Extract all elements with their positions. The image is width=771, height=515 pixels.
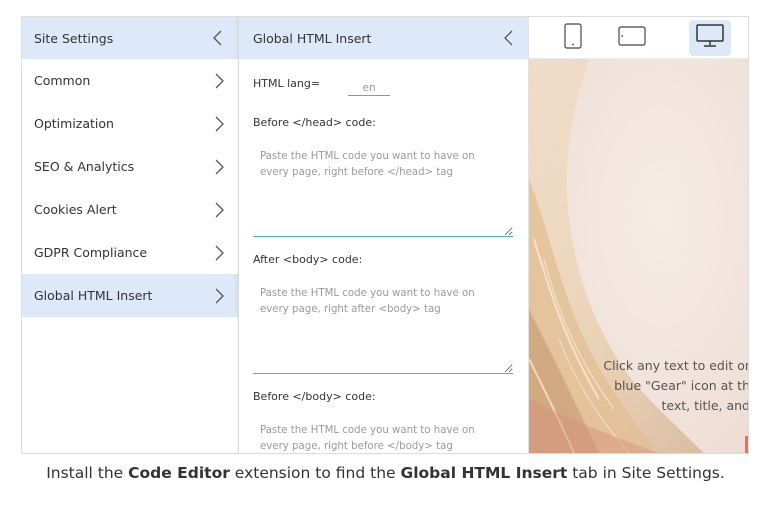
tablet-landscape-icon	[618, 26, 646, 50]
sidebar-item-label: Global HTML Insert	[34, 288, 153, 303]
sidebar-item-cookies-alert[interactable]: Cookies Alert	[22, 188, 238, 231]
html-lang-input[interactable]	[348, 76, 391, 96]
before-body-close-code-input[interactable]	[253, 413, 513, 453]
panel-header: Global HTML Insert	[239, 17, 528, 59]
chevron-right-icon	[212, 287, 226, 305]
chevron-right-icon	[212, 158, 226, 176]
page-preview[interactable]: Click any text to edit or blue "Gear" ic…	[529, 59, 749, 453]
preview-text[interactable]: Click any text to edit or blue "Gear" ic…	[603, 356, 749, 416]
preview-text-line: text, title, and	[661, 398, 749, 413]
chevron-left-icon[interactable]	[502, 29, 516, 47]
preview-text-line: blue "Gear" icon at th	[614, 378, 749, 393]
sidebar-item-gdpr-compliance[interactable]: GDPR Compliance	[22, 231, 238, 274]
chevron-left-icon[interactable]	[211, 29, 225, 47]
caption-text: tab in Site Settings.	[567, 464, 725, 482]
desktop-button[interactable]	[689, 20, 731, 56]
before-head-code-input[interactable]	[253, 139, 513, 237]
chevron-right-icon	[212, 115, 226, 133]
editor-window: Site Settings Common Optimization SEO & …	[21, 16, 749, 454]
tablet-landscape-button[interactable]	[611, 20, 653, 56]
sidebar-item-label: SEO & Analytics	[34, 159, 135, 174]
sidebar-header[interactable]: Site Settings	[22, 17, 238, 59]
tablet-portrait-button[interactable]	[552, 20, 594, 56]
caption-bold-global-html-insert: Global HTML Insert	[400, 464, 568, 482]
sidebar-title: Site Settings	[34, 30, 114, 46]
device-toolbar	[529, 17, 748, 59]
after-body-label: After <body> code:	[253, 253, 363, 266]
chevron-right-icon	[212, 201, 226, 219]
sidebar-item-seo-analytics[interactable]: SEO & Analytics	[22, 145, 238, 188]
sidebar-item-global-html-insert[interactable]: Global HTML Insert	[22, 274, 238, 317]
preview-text-line: Click any text to edit or	[603, 358, 749, 373]
before-head-label: Before </head> code:	[253, 116, 376, 129]
sidebar-item-common[interactable]: Common	[22, 59, 238, 102]
global-html-insert-panel: Global HTML Insert HTML lang= Before </h…	[239, 17, 529, 453]
site-settings-sidebar: Site Settings Common Optimization SEO & …	[22, 17, 239, 453]
preview-accent-tab[interactable]	[745, 436, 748, 453]
sidebar-item-label: Common	[34, 73, 91, 88]
chevron-right-icon	[212, 244, 226, 262]
caption: Install the Code Editor extension to fin…	[0, 464, 771, 482]
after-body-code-input[interactable]	[253, 276, 513, 374]
desktop-icon	[696, 24, 724, 52]
sidebar-item-label: GDPR Compliance	[34, 245, 148, 260]
panel-body: HTML lang= Before </head> code: After <b…	[239, 76, 528, 453]
chevron-right-icon	[212, 72, 226, 90]
sidebar-item-optimization[interactable]: Optimization	[22, 102, 238, 145]
panel-title: Global HTML Insert	[253, 30, 372, 46]
caption-text: extension to find the	[229, 464, 401, 482]
sidebar-item-label: Optimization	[34, 116, 114, 131]
before-body-close-label: Before </body> code:	[253, 390, 376, 403]
html-lang-row: HTML lang=	[253, 76, 512, 100]
tablet-portrait-icon	[564, 23, 582, 53]
caption-bold-code-editor: Code Editor	[128, 464, 230, 482]
html-lang-label: HTML lang=	[253, 77, 321, 90]
caption-text: Install the	[46, 464, 129, 482]
sidebar-item-label: Cookies Alert	[34, 202, 117, 217]
